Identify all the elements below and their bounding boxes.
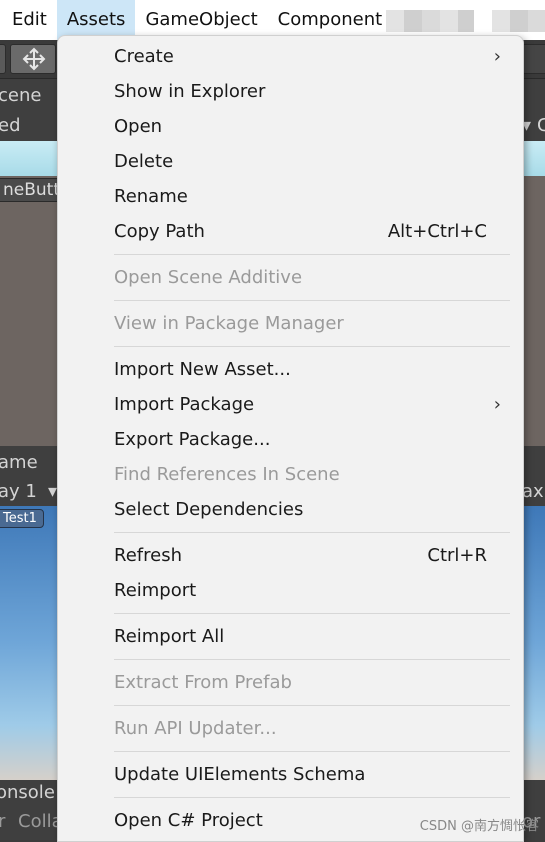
menu-item-label: View in Package Manager xyxy=(114,313,344,334)
menu-item-view-in-package-manager: View in Package Manager xyxy=(58,306,523,341)
chevron-right-icon: › xyxy=(493,46,501,67)
menu-item-open[interactable]: Open xyxy=(58,109,523,144)
menu-item-show-in-explorer[interactable]: Show in Explorer xyxy=(58,74,523,109)
menu-item-run-api-updater: Run API Updater... xyxy=(58,711,523,746)
menu-separator xyxy=(114,659,510,660)
menu-gameobject[interactable]: GameObject xyxy=(135,0,267,40)
menu-item-open-scene-additive: Open Scene Additive xyxy=(58,260,523,295)
menu-separator xyxy=(114,705,510,706)
menu-item-label: Open Scene Additive xyxy=(114,267,303,288)
game-object-label[interactable]: Test1 xyxy=(0,509,44,528)
game-tab[interactable]: ame xyxy=(0,452,38,473)
menu-item-export-package[interactable]: Export Package... xyxy=(58,422,523,457)
menu-separator xyxy=(114,797,510,798)
menu-bar: Edit Assets GameObject Component xyxy=(0,0,545,40)
menu-edit[interactable]: Edit xyxy=(0,0,57,40)
menu-item-label: Delete xyxy=(114,151,174,172)
menu-item-delete[interactable]: Delete xyxy=(58,144,523,179)
menu-item-shortcut: Ctrl+R xyxy=(427,545,487,566)
menu-assets[interactable]: Assets xyxy=(56,0,136,40)
menu-item-extract-from-prefab: Extract From Prefab xyxy=(58,665,523,700)
menu-item-shortcut: Alt+Ctrl+C xyxy=(387,221,487,242)
console-tab[interactable]: onsole xyxy=(0,782,55,803)
menu-item-label: Refresh xyxy=(114,545,182,566)
menu-item-label: Extract From Prefab xyxy=(114,672,292,693)
shading-mode[interactable]: ed xyxy=(0,115,21,136)
menu-separator xyxy=(114,532,510,533)
display-selector[interactable]: ay 1 xyxy=(0,481,37,502)
menu-item-import-new-asset[interactable]: Import New Asset... xyxy=(58,352,523,387)
collapse-left-edge: r xyxy=(0,811,6,832)
chevron-down-icon[interactable]: ▾ xyxy=(48,481,57,502)
menu-item-reimport[interactable]: Reimport xyxy=(58,573,523,608)
menu-item-update-uielements-schema[interactable]: Update UIElements Schema xyxy=(58,757,523,792)
menu-item-label: Copy Path xyxy=(114,221,205,242)
menu-item-label: Open xyxy=(114,116,163,137)
menu-item-label: Show in Explorer xyxy=(114,81,266,102)
menu-item-label: Reimport xyxy=(114,580,197,601)
menu-item-label: Run API Updater... xyxy=(114,718,277,739)
menu-separator xyxy=(114,346,510,347)
menu-item-copy-path[interactable]: Copy Path Alt+Ctrl+C xyxy=(58,214,523,249)
move-icon xyxy=(22,47,46,71)
menu-component[interactable]: Component xyxy=(268,0,393,40)
menu-item-label: Import New Asset... xyxy=(114,359,291,380)
watermark: CSDN @南方惆怅客 xyxy=(419,819,539,834)
chevron-right-icon: › xyxy=(493,394,501,415)
menu-separator xyxy=(114,300,510,301)
menu-item-refresh[interactable]: Refresh Ctrl+R xyxy=(58,538,523,573)
menu-item-label: Create xyxy=(114,46,174,67)
menu-item-label: Select Dependencies xyxy=(114,499,304,520)
menu-item-label: Rename xyxy=(114,186,188,207)
menu-item-label: Open C# Project xyxy=(114,810,263,831)
menu-item-rename[interactable]: Rename xyxy=(58,179,523,214)
menu-item-label: Find References In Scene xyxy=(114,464,340,485)
move-tool-button[interactable] xyxy=(10,44,56,74)
collapse-button[interactable]: Colla xyxy=(18,811,63,832)
menu-item-label: Update UIElements Schema xyxy=(114,764,366,785)
menu-item-create[interactable]: Create › xyxy=(58,39,523,74)
collab-button[interactable] xyxy=(522,44,545,74)
blurred-menu-items xyxy=(386,10,474,32)
menu-item-select-dependencies[interactable]: Select Dependencies xyxy=(58,492,523,527)
menu-item-reimport-all[interactable]: Reimport All xyxy=(58,619,523,654)
menu-item-label: Reimport All xyxy=(114,626,225,647)
menu-separator xyxy=(114,613,510,614)
menu-separator xyxy=(114,751,510,752)
tool-button[interactable] xyxy=(0,44,6,74)
menu-item-import-package[interactable]: Import Package › xyxy=(58,387,523,422)
menu-separator xyxy=(114,254,510,255)
maximize-on-play[interactable]: axi xyxy=(522,481,545,502)
scene-tab[interactable]: cene xyxy=(0,85,41,106)
menu-item-find-references-in-scene: Find References In Scene xyxy=(58,457,523,492)
assets-context-menu: Create › Show in Explorer Open Delete Re… xyxy=(57,35,524,842)
blurred-menu-items-2 xyxy=(492,10,545,32)
scene-right-label: C xyxy=(537,115,545,136)
menu-item-label: Export Package... xyxy=(114,429,271,450)
menu-item-label: Import Package xyxy=(114,394,255,415)
